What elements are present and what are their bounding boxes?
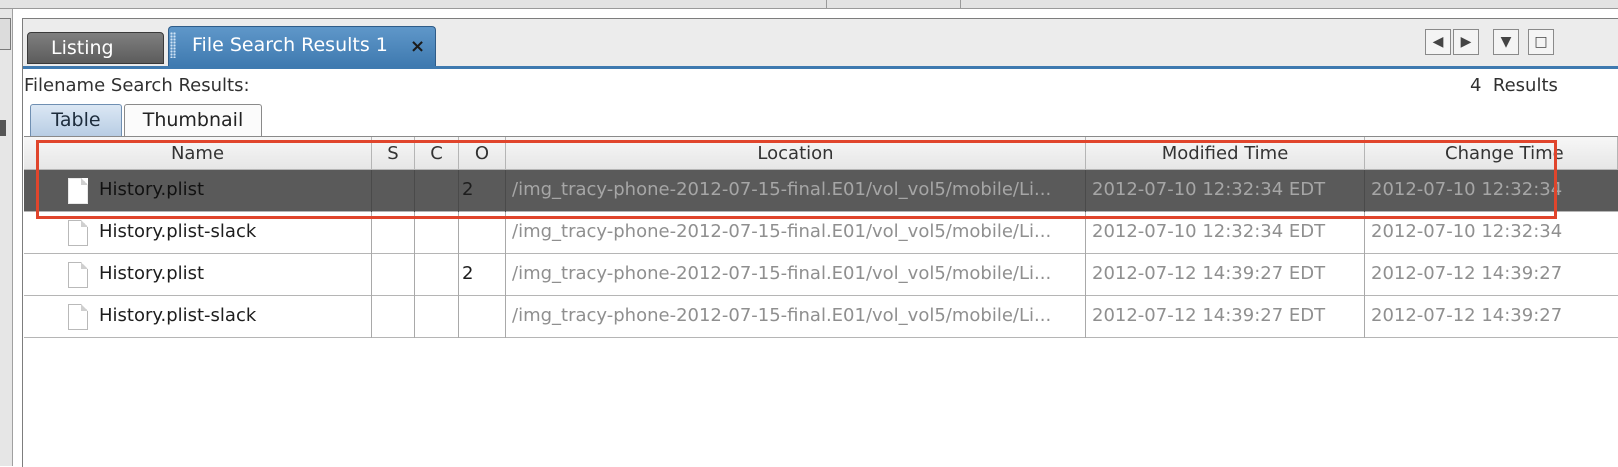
name-cell: History.plist-slack	[24, 296, 372, 338]
maximize-icon[interactable]: □	[1528, 29, 1554, 55]
o-cell: 2	[459, 254, 506, 296]
modified-time-cell: 2012-07-12 14:39:27 EDT	[1086, 296, 1365, 338]
tab-drag-grip-icon[interactable]	[170, 32, 176, 58]
file-name: History.plist	[99, 263, 205, 284]
modified-time-cell: 2012-07-12 14:39:27 EDT	[1086, 254, 1365, 296]
file-name: History.plist-slack	[99, 305, 257, 326]
name-cell: History.plist	[24, 254, 372, 296]
c-cell	[415, 254, 459, 296]
close-icon[interactable]: ×	[410, 36, 425, 57]
file-icon	[68, 304, 88, 330]
left-panel-splitter-handle[interactable]	[0, 120, 6, 136]
table-row[interactable]: History.plist 2 /img_tracy-phone-2012-07…	[24, 254, 1618, 296]
location-cell: /img_tracy-phone-2012-07-15-final.E01/vo…	[506, 296, 1086, 338]
table-row[interactable]: History.plist-slack /img_tracy-phone-201…	[24, 296, 1618, 338]
s-cell	[372, 296, 415, 338]
change-time-cell: 2012-07-12 14:39:27	[1371, 263, 1563, 284]
c-cell	[415, 296, 459, 338]
tab-file-search-results-label: File Search Results 1	[192, 34, 388, 56]
left-panel-edge	[0, 9, 13, 466]
top-toolbar-strip	[0, 0, 1618, 9]
file-icon	[68, 220, 88, 246]
tab-thumbnail[interactable]: Thumbnail	[124, 104, 262, 136]
results-count: 4 Results	[1470, 75, 1558, 96]
o-cell	[459, 296, 506, 338]
annotation-highlight-box	[36, 140, 1557, 219]
file-name: History.plist-slack	[99, 221, 257, 242]
tab-listing[interactable]: Listing	[27, 32, 164, 64]
tab-listing-label: Listing	[51, 37, 114, 59]
tab-bar-underline	[23, 66, 1618, 69]
top-strip-divider	[960, 0, 961, 8]
left-panel-scrollbar[interactable]	[0, 18, 11, 50]
tab-table[interactable]: Table	[30, 104, 122, 136]
change-time-cell: 2012-07-12 14:39:27	[1371, 305, 1563, 326]
location-cell: /img_tracy-phone-2012-07-15-final.E01/vo…	[506, 254, 1086, 296]
s-cell	[372, 254, 415, 296]
scroll-tabs-right-icon[interactable]: ▶	[1453, 29, 1479, 55]
tab-list-dropdown-icon[interactable]: ▼	[1493, 29, 1519, 55]
file-icon	[68, 262, 88, 288]
scroll-tabs-left-icon[interactable]: ◀	[1425, 29, 1451, 55]
search-results-label: Filename Search Results:	[24, 75, 250, 96]
top-strip-divider	[826, 0, 827, 8]
tab-file-search-results[interactable]: File Search Results 1	[168, 26, 436, 66]
